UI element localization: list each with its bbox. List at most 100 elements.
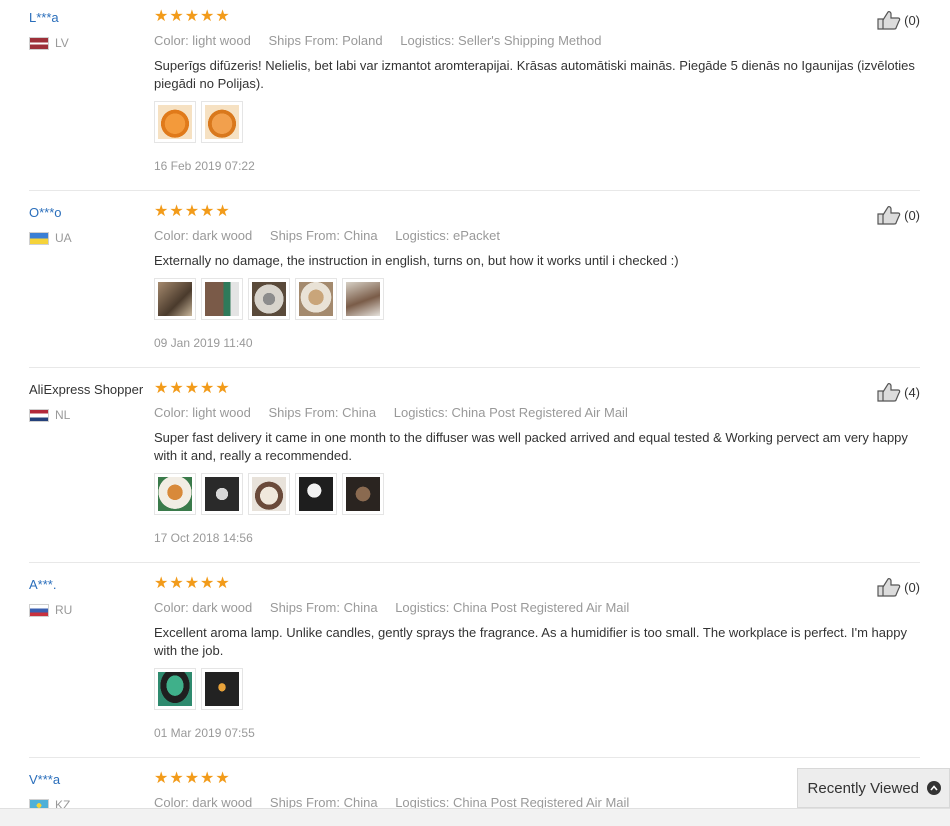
reviewer-country: LV bbox=[29, 36, 69, 50]
bottom-scroll-bar bbox=[0, 808, 950, 826]
review-photo[interactable] bbox=[248, 473, 290, 515]
star-icon: ★ bbox=[215, 380, 230, 397]
color-attr: Color: light wood bbox=[154, 33, 251, 48]
chevron-up-icon bbox=[927, 781, 941, 795]
color-attr: Color: dark wood bbox=[154, 228, 253, 243]
review-photos bbox=[154, 668, 243, 710]
review-photo[interactable] bbox=[154, 101, 196, 143]
helpful-count: (4) bbox=[904, 384, 920, 400]
country-code: LV bbox=[55, 36, 69, 50]
review-photo[interactable] bbox=[154, 473, 196, 515]
review-meta: Color: dark wood Ships From: China Logis… bbox=[154, 600, 643, 615]
review-date: 17 Oct 2018 14:56 bbox=[154, 531, 253, 545]
review-photo[interactable] bbox=[201, 101, 243, 143]
review-photo[interactable] bbox=[201, 668, 243, 710]
review-date: 16 Feb 2019 07:22 bbox=[154, 159, 255, 173]
review-photo[interactable] bbox=[342, 278, 384, 320]
star-icon: ★ bbox=[200, 203, 215, 220]
star-icon: ★ bbox=[184, 575, 200, 592]
reviewer-country: UA bbox=[29, 231, 72, 245]
color-attr: Color: light wood bbox=[154, 405, 251, 420]
flag-ua-icon bbox=[29, 231, 49, 245]
star-rating: ★ ★ ★ ★ ★ bbox=[154, 381, 230, 397]
star-rating: ★ ★ ★ ★ ★ bbox=[154, 771, 230, 787]
thumbs-up-icon bbox=[877, 578, 901, 597]
helpful-button[interactable]: (0) bbox=[877, 10, 920, 30]
review-photo[interactable] bbox=[342, 473, 384, 515]
star-icon: ★ bbox=[215, 770, 230, 787]
reviewer-name[interactable]: V***a bbox=[29, 772, 60, 787]
star-icon: ★ bbox=[200, 8, 215, 25]
logistics-attr: Logistics: Seller's Shipping Method bbox=[400, 33, 602, 48]
review-date: 01 Mar 2019 07:55 bbox=[154, 726, 255, 740]
star-icon: ★ bbox=[154, 770, 169, 787]
star-icon: ★ bbox=[184, 770, 200, 787]
reviewer-country: RU bbox=[29, 603, 72, 617]
review-text: Excellent aroma lamp. Unlike candles, ge… bbox=[154, 625, 907, 658]
flag-nl-icon bbox=[29, 408, 49, 422]
reviewer-country: NL bbox=[29, 408, 70, 422]
review-photo[interactable] bbox=[154, 668, 196, 710]
helpful-button[interactable]: (0) bbox=[877, 577, 920, 597]
ships-from-attr: Ships From: China bbox=[268, 405, 377, 420]
star-icon: ★ bbox=[154, 575, 169, 592]
star-rating: ★ ★ ★ ★ ★ bbox=[154, 204, 230, 220]
review-meta: Color: dark wood Ships From: China Logis… bbox=[154, 228, 514, 243]
review-photo[interactable] bbox=[248, 278, 290, 320]
ships-from-attr: Ships From: China bbox=[269, 600, 378, 615]
review-text: Super fast delivery it came in one month… bbox=[154, 430, 908, 463]
ships-from-attr: Ships From: China bbox=[269, 228, 378, 243]
review-photo[interactable] bbox=[295, 473, 337, 515]
flag-lv-icon bbox=[29, 36, 49, 50]
review-text: Superīgs difūzeris! Nelielis, bet labi v… bbox=[154, 58, 915, 91]
review-item: AliExpress Shopper NL ★ ★ ★ ★ ★ Color: light… bbox=[0, 372, 950, 563]
star-icon: ★ bbox=[154, 380, 169, 397]
recently-viewed-button[interactable]: Recently Viewed bbox=[797, 768, 950, 808]
review-date: 09 Jan 2019 11:40 bbox=[154, 336, 253, 350]
recently-viewed-label: Recently Viewed bbox=[807, 779, 919, 797]
helpful-count: (0) bbox=[904, 579, 920, 595]
helpful-button[interactable]: (0) bbox=[877, 205, 920, 225]
helpful-count: (0) bbox=[904, 12, 920, 28]
review-photo[interactable] bbox=[201, 278, 243, 320]
star-icon: ★ bbox=[169, 203, 184, 220]
country-code: NL bbox=[55, 408, 71, 422]
ships-from-attr: Ships From: Poland bbox=[268, 33, 383, 48]
logistics-attr: Logistics: ePacket bbox=[395, 228, 500, 243]
review-photos bbox=[154, 101, 243, 143]
helpful-button[interactable]: (4) bbox=[877, 382, 920, 402]
color-attr: Color: dark wood bbox=[154, 600, 253, 615]
reviewer-name[interactable]: AliExpress Shopper bbox=[29, 382, 143, 397]
review-meta: Color: light wood Ships From: China Logi… bbox=[154, 405, 642, 420]
star-icon: ★ bbox=[215, 203, 230, 220]
review-item: O***o UA ★ ★ ★ ★ ★ Color: dark wood Ships Fr… bbox=[0, 195, 950, 368]
reviewer-name[interactable]: O***o bbox=[29, 205, 62, 220]
star-icon: ★ bbox=[200, 380, 215, 397]
review-photos bbox=[154, 473, 384, 515]
star-icon: ★ bbox=[154, 203, 169, 220]
review-photo[interactable] bbox=[295, 278, 337, 320]
star-icon: ★ bbox=[169, 575, 184, 592]
star-icon: ★ bbox=[169, 770, 184, 787]
review-photo[interactable] bbox=[201, 473, 243, 515]
star-rating: ★ ★ ★ ★ ★ bbox=[154, 9, 230, 25]
star-icon: ★ bbox=[169, 8, 184, 25]
star-icon: ★ bbox=[200, 770, 215, 787]
star-rating: ★ ★ ★ ★ ★ bbox=[154, 576, 230, 592]
star-icon: ★ bbox=[184, 203, 200, 220]
logistics-attr: Logistics: China Post Registered Air Mai… bbox=[393, 405, 628, 420]
helpful-count: (0) bbox=[904, 207, 920, 223]
logistics-attr: Logistics: China Post Registered Air Mai… bbox=[395, 600, 630, 615]
country-code: RU bbox=[55, 603, 73, 617]
review-photo[interactable] bbox=[154, 278, 196, 320]
thumbs-up-icon bbox=[877, 383, 901, 402]
review-text: Externally no damage, the instruction in… bbox=[154, 253, 679, 268]
review-meta: Color: light wood Ships From: Poland Log… bbox=[154, 33, 615, 48]
country-code: UA bbox=[55, 231, 72, 245]
reviewer-name[interactable]: A***. bbox=[29, 577, 56, 592]
review-item: A***. RU ★ ★ ★ ★ ★ Color: dark wood Ships Fr… bbox=[0, 567, 950, 758]
reviewer-name[interactable]: L***a bbox=[29, 10, 59, 25]
star-icon: ★ bbox=[184, 8, 200, 25]
star-icon: ★ bbox=[200, 575, 215, 592]
star-icon: ★ bbox=[215, 8, 230, 25]
